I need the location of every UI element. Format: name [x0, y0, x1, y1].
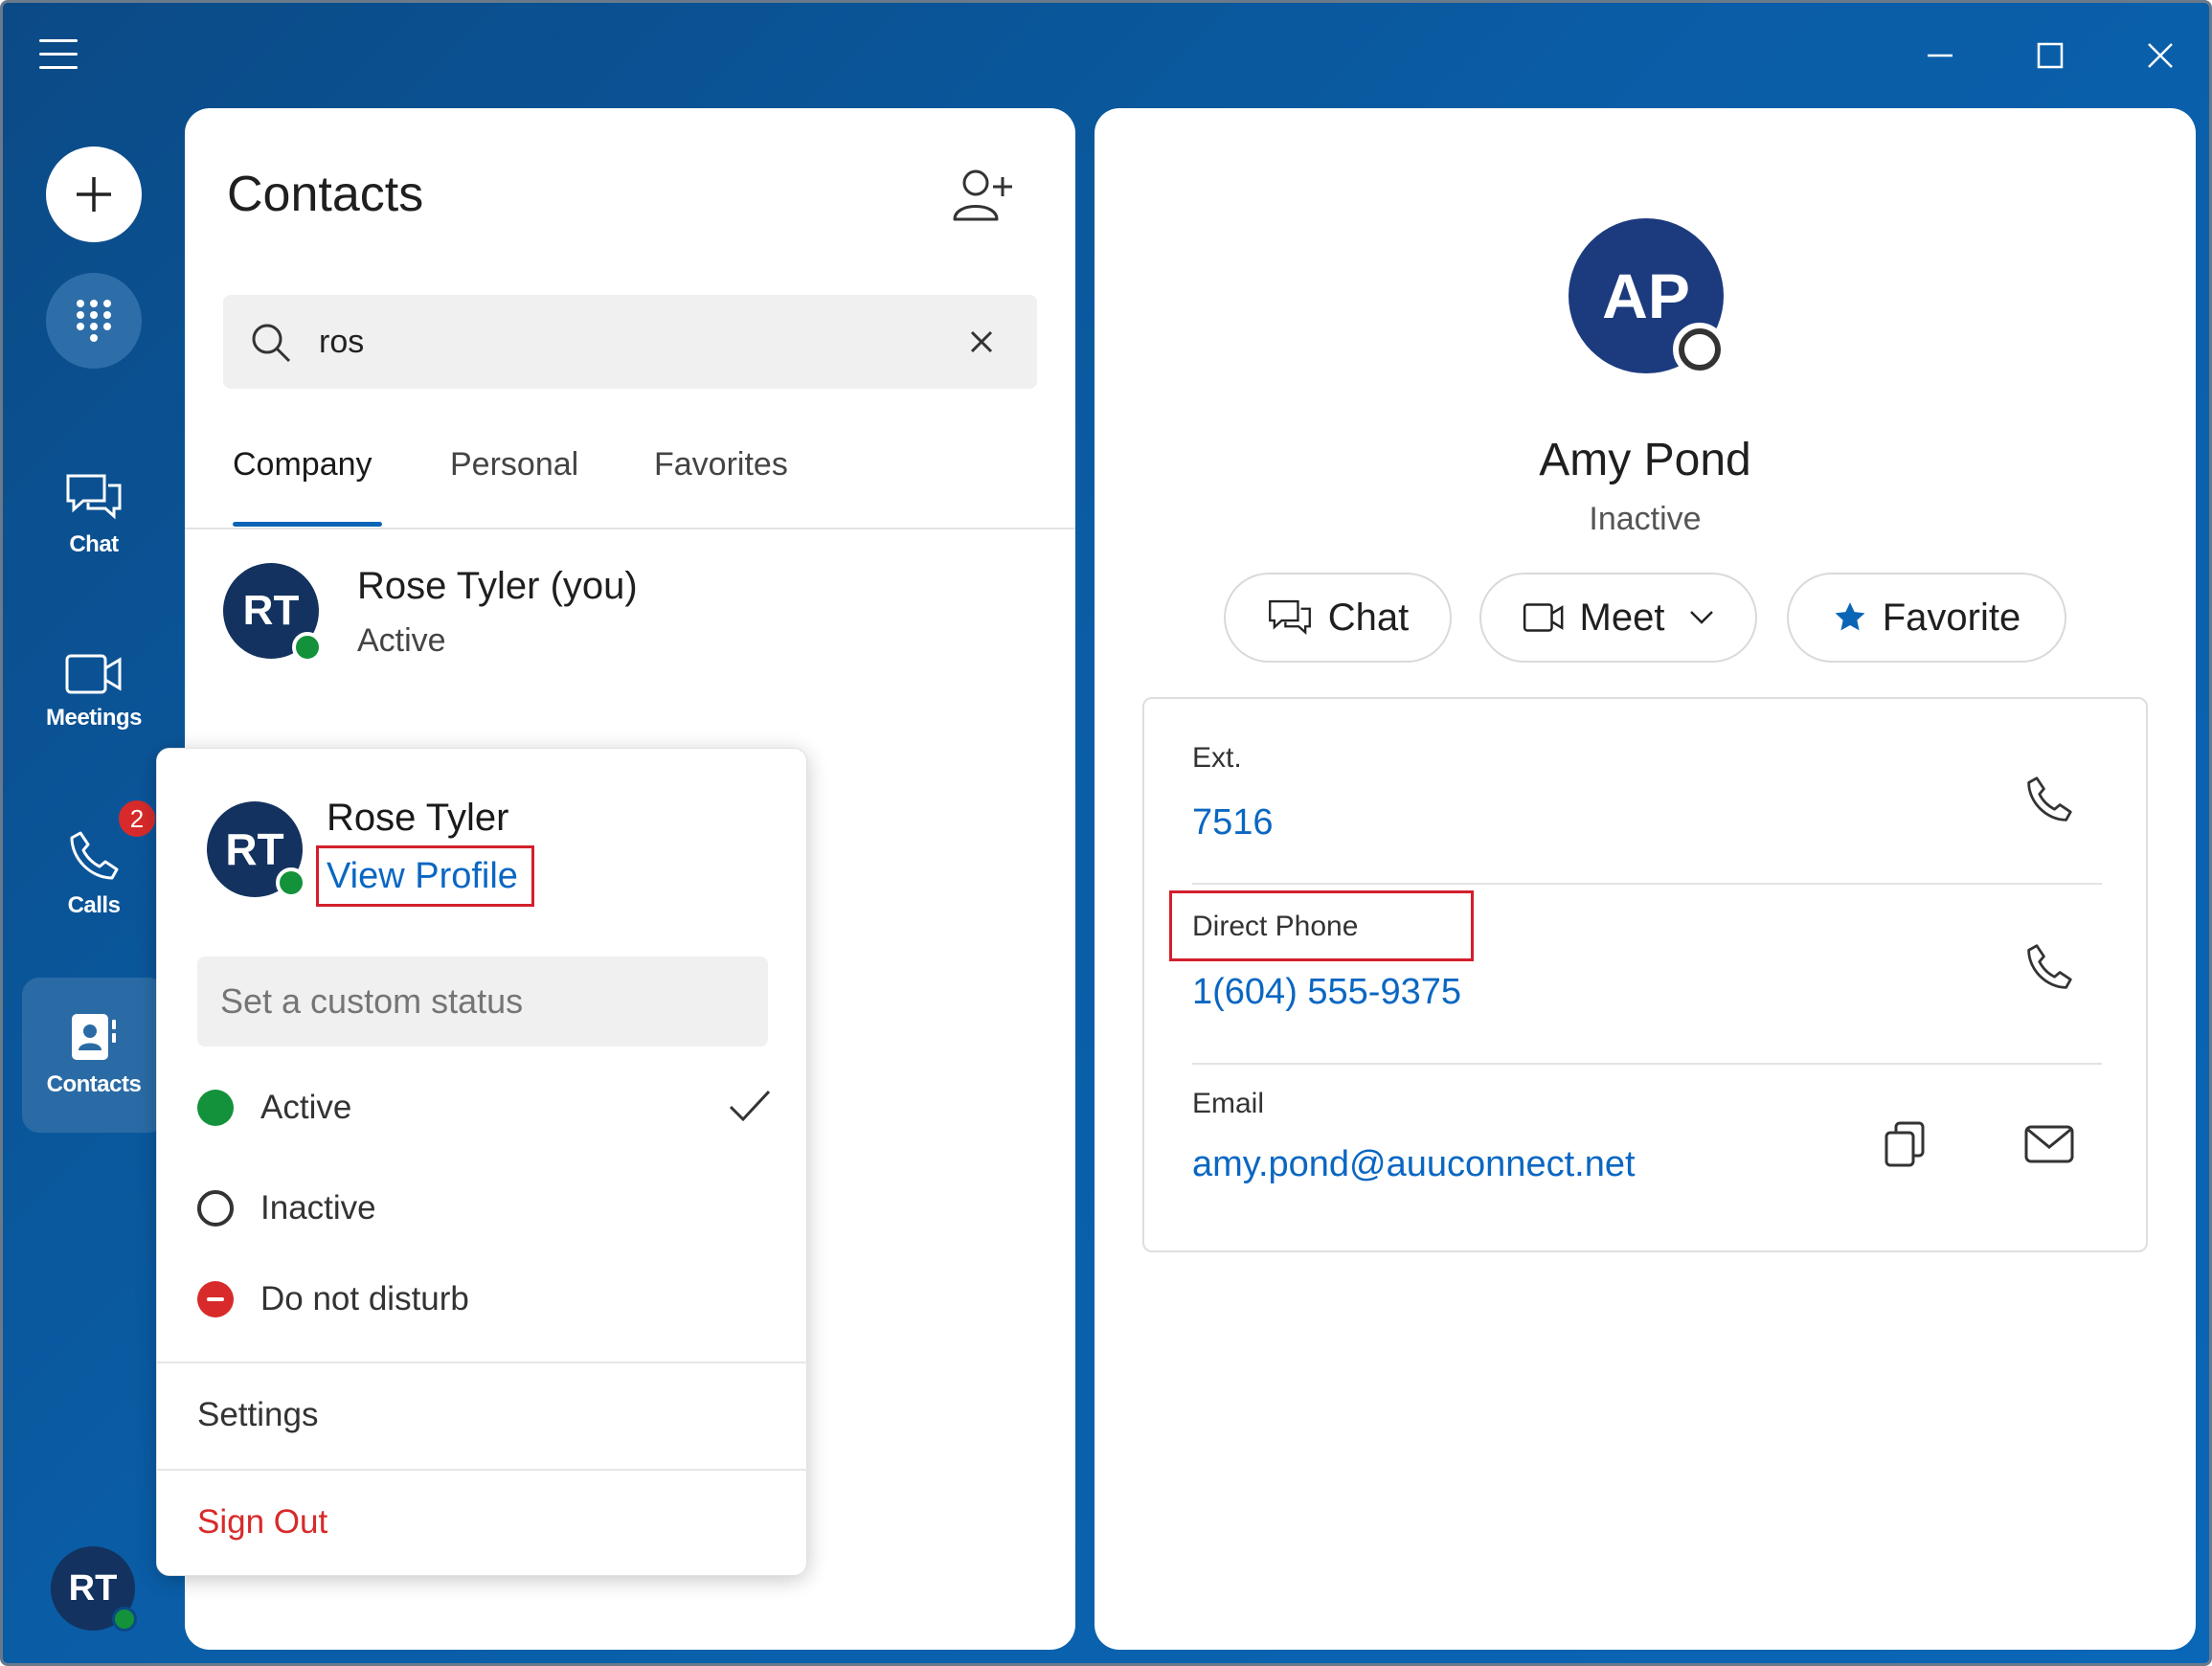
video-camera-icon [65, 654, 122, 694]
copy-email-button[interactable] [1872, 1111, 1939, 1178]
divider [157, 1469, 808, 1471]
active-tab-indicator [233, 522, 382, 527]
presence-dot [112, 1607, 137, 1632]
rail-item-label: Meetings [45, 705, 143, 731]
active-status-icon [197, 1090, 234, 1126]
view-profile-link[interactable]: View Profile [316, 845, 534, 907]
contact-name: Amy Pond [1539, 435, 1751, 485]
settings-link[interactable]: Settings [197, 1396, 318, 1434]
phone-icon [2027, 944, 2072, 989]
minimize-icon[interactable] [1916, 32, 1964, 79]
chat-icon [66, 474, 122, 520]
search-icon [252, 324, 291, 363]
presence-ring [1673, 323, 1727, 376]
divider [157, 1362, 808, 1363]
mail-icon [2024, 1125, 2074, 1163]
direct-phone-label: Direct Phone [1192, 911, 1359, 942]
calls-badge: 2 [116, 798, 158, 840]
rail-item-label: Chat [69, 531, 119, 557]
check-icon [729, 1090, 771, 1122]
presence-dot [292, 632, 323, 663]
ext-value[interactable]: 7516 [1192, 802, 1274, 844]
video-camera-icon [1523, 603, 1563, 632]
contact-detail-panel: AP Amy Pond Inactive Chat Meet Favorite … [1095, 108, 2196, 1650]
maximize-icon[interactable] [2026, 32, 2074, 79]
presence-dot [276, 867, 306, 898]
tab-personal[interactable]: Personal [450, 446, 578, 484]
close-icon[interactable] [2136, 32, 2184, 79]
email-value[interactable]: amy.pond@auuconnect.net [1192, 1144, 1636, 1185]
call-direct-phone-button[interactable] [2016, 934, 2083, 1001]
rail-item-label: Contacts [46, 1071, 142, 1097]
status-menu: RT Rose Tyler View Profile Active Inacti… [156, 748, 808, 1576]
contacts-tabs: Company Personal Favorites [185, 429, 1075, 529]
app-window: Chat Meetings Calls 2 Contacts RT Contac… [0, 0, 2212, 1666]
chat-button[interactable]: Chat [1224, 573, 1452, 663]
favorite-button[interactable]: Favorite [1787, 573, 2066, 663]
contact-name: Rose Tyler (you) [357, 565, 638, 607]
dialpad-icon [77, 300, 111, 342]
status-option-dnd[interactable]: Do not disturb [197, 1266, 772, 1333]
divider [1192, 1063, 2102, 1065]
add-contact-button[interactable] [951, 166, 1018, 227]
status-option-inactive[interactable]: Inactive [197, 1175, 772, 1242]
rail-item-meetings[interactable]: Meetings [22, 616, 166, 769]
phone-icon [2027, 777, 2072, 822]
contact-status: Inactive [1589, 501, 1702, 537]
contact-status: Active [357, 622, 446, 659]
page-title: Contacts [227, 167, 424, 222]
new-button[interactable] [46, 146, 142, 242]
ext-label: Ext. [1192, 742, 1242, 774]
copy-icon [1885, 1121, 1925, 1167]
plus-icon [77, 177, 111, 212]
chat-icon [1268, 599, 1311, 635]
meet-button[interactable]: Meet [1479, 573, 1757, 663]
clear-search-icon[interactable] [970, 330, 993, 353]
search-input[interactable] [319, 295, 941, 389]
email-label: Email [1192, 1088, 1265, 1119]
dialpad-button[interactable] [46, 273, 142, 369]
do-not-disturb-icon [197, 1281, 234, 1317]
divider [1192, 883, 2102, 885]
list-item[interactable]: RT Rose Tyler (you) Active [185, 544, 1075, 678]
add-contact-icon [953, 169, 1012, 221]
chevron-down-icon [1690, 611, 1714, 624]
status-option-active[interactable]: Active [197, 1074, 772, 1141]
contact-card-icon [72, 1014, 116, 1060]
tab-company[interactable]: Company [233, 446, 372, 484]
search-box [223, 295, 1037, 389]
send-email-button[interactable] [2016, 1111, 2083, 1178]
sign-out-link[interactable]: Sign Out [197, 1503, 327, 1542]
phone-icon [70, 831, 119, 880]
rail-item-chat[interactable]: Chat [22, 439, 166, 592]
rail-item-label: Calls [67, 892, 121, 918]
contact-info-card: Ext. 7516 Direct Phone 1(604) 555-9375 E… [1142, 697, 2148, 1252]
star-icon [1835, 602, 1865, 631]
menu-icon[interactable] [39, 39, 79, 70]
tab-favorites[interactable]: Favorites [654, 446, 788, 484]
inactive-status-icon [197, 1190, 234, 1227]
user-name: Rose Tyler [327, 797, 509, 839]
call-ext-button[interactable] [2016, 766, 2083, 833]
rail-item-contacts[interactable]: Contacts [22, 978, 166, 1133]
custom-status-input[interactable] [197, 957, 768, 1047]
direct-phone-value[interactable]: 1(604) 555-9375 [1192, 972, 1461, 1013]
